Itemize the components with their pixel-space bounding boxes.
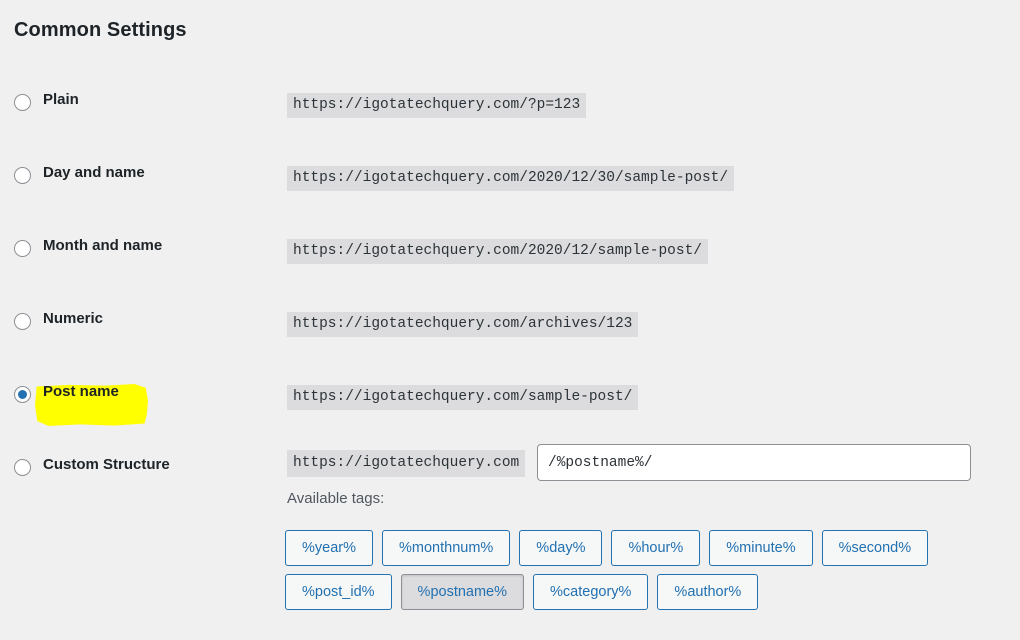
permalink-option-label-numeric: Numeric <box>43 310 104 327</box>
tag-button-monthnum[interactable]: %monthnum% <box>382 530 511 566</box>
tag-button-post-id[interactable]: %post_id% <box>285 574 392 610</box>
permalink-option-numeric[interactable]: Numeric https://igotatechquery.com/archi… <box>0 307 1020 339</box>
available-tags-row: %post_id% %postname% %category% %author% <box>285 574 985 610</box>
permalink-option-plain[interactable]: Plain https://igotatechquery.com/?p=123 <box>0 88 1020 120</box>
permalink-option-label-month-and-name: Month and name <box>43 237 163 254</box>
permalink-option-month-and-name[interactable]: Month and name https://igotatechquery.co… <box>0 234 1020 266</box>
available-tags-label: Available tags: <box>287 490 385 507</box>
tag-button-second[interactable]: %second% <box>821 530 929 566</box>
permalink-option-label-custom-structure: Custom Structure <box>43 456 170 473</box>
permalink-option-day-and-name[interactable]: Day and name https://igotatechquery.com/… <box>0 161 1020 193</box>
tag-button-year[interactable]: %year% <box>285 530 373 566</box>
tag-button-category[interactable]: %category% <box>533 574 649 610</box>
permalink-example-plain: https://igotatechquery.com/?p=123 <box>287 93 587 119</box>
permalink-example-post-name: https://igotatechquery.com/sample-post/ <box>287 385 639 411</box>
permalink-option-label-post-name: Post name <box>43 383 119 400</box>
radio-day-and-name[interactable] <box>14 167 31 184</box>
available-tags-list: %year% %monthnum% %day% %hour% %minute% … <box>285 530 985 618</box>
permalink-option-post-name[interactable]: Post name https://igotatechquery.com/sam… <box>0 380 1020 426</box>
tag-button-hour[interactable]: %hour% <box>611 530 701 566</box>
tag-button-day[interactable]: %day% <box>519 530 603 566</box>
radio-post-name[interactable] <box>14 386 31 403</box>
permalink-example-numeric: https://igotatechquery.com/archives/123 <box>287 312 639 338</box>
permalink-settings-page: Common Settings Plain https://igotatechq… <box>0 0 1020 640</box>
custom-structure-input[interactable] <box>537 444 971 481</box>
radio-plain[interactable] <box>14 94 31 111</box>
tag-button-minute[interactable]: %minute% <box>709 530 813 566</box>
page-title: Common Settings <box>14 19 187 41</box>
custom-structure-prefix: https://igotatechquery.com <box>287 450 526 478</box>
permalink-example-month-and-name: https://igotatechquery.com/2020/12/sampl… <box>287 239 708 265</box>
permalink-option-label-plain: Plain <box>43 91 79 108</box>
radio-custom-structure[interactable] <box>14 459 31 476</box>
radio-month-and-name[interactable] <box>14 240 31 257</box>
available-tags-row: %year% %monthnum% %day% %hour% %minute% … <box>285 530 985 566</box>
permalink-option-label-day-and-name: Day and name <box>43 164 145 181</box>
tag-button-author[interactable]: %author% <box>657 574 759 610</box>
permalink-example-day-and-name: https://igotatechquery.com/2020/12/30/sa… <box>287 166 735 192</box>
radio-numeric[interactable] <box>14 313 31 330</box>
tag-button-postname[interactable]: %postname% <box>400 574 525 610</box>
